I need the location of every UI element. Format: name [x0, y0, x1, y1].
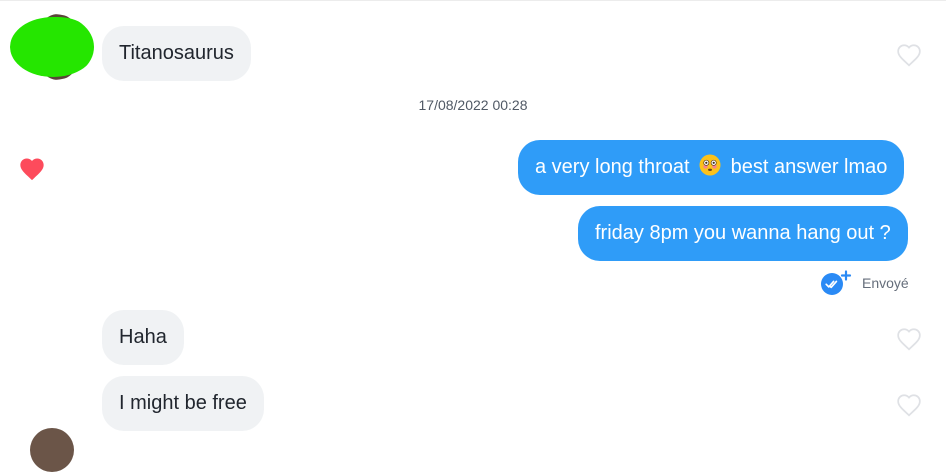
sent-message[interactable]: a very long throat best answer lmao	[518, 140, 905, 195]
message-text-part: a very long throat	[535, 156, 690, 178]
message-text: Titanosaurus	[119, 42, 234, 64]
avatar[interactable]	[10, 14, 94, 80]
message-text: friday 8pm you wanna hang out ?	[595, 222, 891, 244]
double-check-icon	[821, 270, 852, 295]
message-text: Haha	[119, 326, 167, 348]
heart-outline-icon[interactable]	[896, 43, 922, 67]
avatar[interactable]	[30, 428, 74, 472]
message-status: Envoyé	[820, 270, 909, 296]
message-text-part: best answer lmao	[730, 156, 888, 178]
received-message[interactable]: Titanosaurus	[102, 26, 251, 81]
flushed-face-emoji-icon	[699, 154, 721, 176]
heart-filled-icon[interactable]	[18, 156, 46, 182]
message-timestamp: 17/08/2022 00:28	[418, 97, 528, 113]
censor-scribble	[10, 17, 94, 77]
heart-outline-icon[interactable]	[896, 393, 922, 417]
status-label: Envoyé	[862, 275, 909, 291]
received-message[interactable]: Haha	[102, 310, 184, 365]
top-divider	[0, 0, 946, 1]
received-message[interactable]: I might be free	[102, 376, 264, 431]
message-text: I might be free	[119, 392, 247, 414]
heart-outline-icon[interactable]	[896, 327, 922, 351]
sent-message[interactable]: friday 8pm you wanna hang out ?	[578, 206, 908, 261]
